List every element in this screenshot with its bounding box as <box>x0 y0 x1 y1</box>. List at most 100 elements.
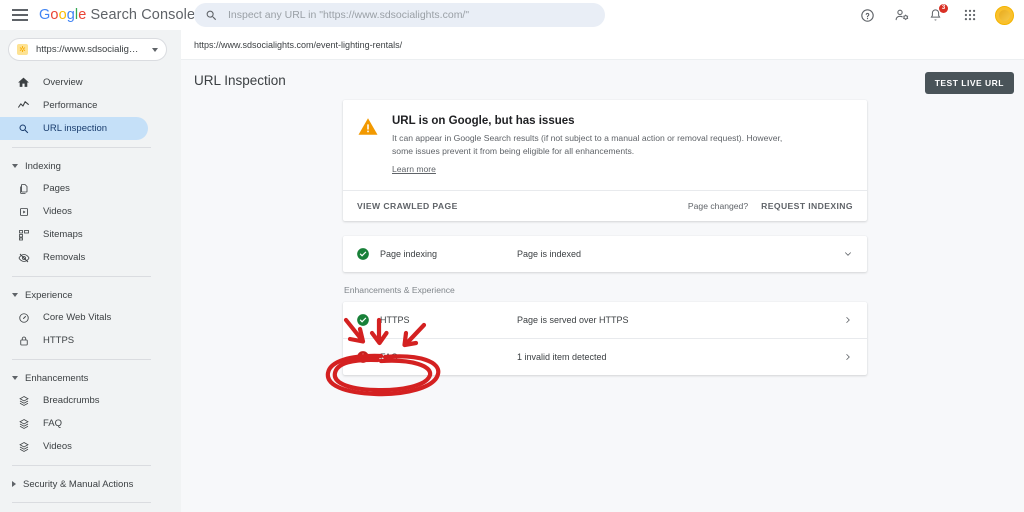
sidebar-item-label: Overview <box>43 77 83 88</box>
sidebar-item-removals[interactable]: Removals <box>0 246 148 269</box>
caret-open-icon <box>12 293 18 297</box>
sidebar-item-videos[interactable]: Videos <box>0 200 148 223</box>
sidebar-item-overview[interactable]: Overview <box>0 71 148 94</box>
sidebar-item-pages[interactable]: Pages <box>0 177 148 200</box>
sidebar-item-sitemaps[interactable]: Sitemaps <box>0 223 148 246</box>
main-content: https://www.sdsocialights.com/event-ligh… <box>181 30 1024 512</box>
sidebar: https://www.sdsocialig… Overview Perform… <box>0 30 181 512</box>
sidebar-group-security[interactable]: Security & Manual Actions <box>0 473 181 495</box>
search-bar[interactable]: Inspect any URL in "https://www.sdsocial… <box>194 3 605 27</box>
google-search-console-app: Google Search Console Inspect any URL in… <box>0 0 1024 512</box>
request-indexing-button[interactable]: REQUEST INDEXING <box>761 201 853 211</box>
view-crawled-page-button[interactable]: VIEW CRAWLED PAGE <box>357 201 458 211</box>
brand-letter-g2: g <box>66 7 75 23</box>
status-card-text: URL is on Google, but has issues It can … <box>392 115 787 177</box>
https-row-label: HTTPS <box>380 314 410 325</box>
enhancement-icon <box>16 416 31 431</box>
learn-more-link[interactable]: Learn more <box>392 164 436 174</box>
search-icon <box>206 10 217 20</box>
sidebar-group-enhancements[interactable]: Enhancements <box>0 367 181 389</box>
sidebar-divider <box>12 359 151 360</box>
page-header: URL Inspection TEST LIVE URL <box>181 60 1024 100</box>
caret-closed-icon <box>12 481 16 487</box>
faq-row-label: FAQ <box>380 351 399 362</box>
sidebar-item-label: Videos <box>43 206 72 217</box>
sidebar-item-label: Core Web Vitals <box>43 312 112 323</box>
help-icon[interactable] <box>859 7 876 24</box>
chevron-down-icon <box>152 47 158 52</box>
notifications-bell-icon[interactable]: 3 <box>927 3 948 24</box>
apps-grid-icon[interactable] <box>961 7 978 24</box>
sidebar-item-core-web-vitals[interactable]: Core Web Vitals <box>0 306 148 329</box>
sitemap-icon <box>16 227 31 242</box>
chevron-right-icon[interactable] <box>843 352 853 362</box>
faq-row[interactable]: FAQ 1 invalid item detected <box>343 339 867 375</box>
sidebar-group-label: Enhancements <box>25 372 89 384</box>
sidebar-item-url-inspection[interactable]: URL inspection <box>0 117 148 140</box>
chevron-right-icon[interactable] <box>843 315 853 325</box>
enhancement-icon <box>16 393 31 408</box>
https-row-value: Page is served over HTTPS <box>517 314 629 325</box>
enhancements-section-label: Enhancements & Experience <box>344 284 455 295</box>
status-description: It can appear in Google Search results (… <box>392 133 783 157</box>
test-live-url-button[interactable]: TEST LIVE URL <box>924 72 1014 94</box>
sidebar-item-label: Performance <box>43 100 98 111</box>
error-circle-icon <box>357 350 369 363</box>
sidebar-group-label: Experience <box>25 289 73 301</box>
video-icon <box>16 204 31 219</box>
warning-triangle-icon <box>358 118 378 135</box>
sidebar-item-https[interactable]: HTTPS <box>0 329 148 352</box>
status-card-body: URL is on Google, but has issues It can … <box>343 100 867 190</box>
page-indexing-card: Page indexing Page is indexed <box>343 235 867 272</box>
speedometer-icon <box>16 310 31 325</box>
home-icon <box>16 75 31 90</box>
page-changed-label: Page changed? <box>687 200 749 211</box>
sidebar-item-label: Pages <box>43 183 70 194</box>
status-title: URL is on Google, but has issues <box>392 115 575 127</box>
sidebar-item-label: URL inspection <box>43 123 108 134</box>
sidebar-item-breadcrumbs[interactable]: Breadcrumbs <box>0 389 148 412</box>
sidebar-item-label: Removals <box>43 252 86 263</box>
lock-icon <box>16 333 31 348</box>
brand-letter-g: G <box>39 7 51 23</box>
sidebar-group-label: Security & Manual Actions <box>23 478 134 490</box>
sidebar-group-experience[interactable]: Experience <box>0 284 181 306</box>
sidebar-item-performance[interactable]: Performance <box>0 94 148 117</box>
top-bar: Google Search Console Inspect any URL in… <box>0 0 1024 30</box>
sidebar-divider <box>12 502 151 503</box>
breadcrumb: https://www.sdsocialights.com/event-ligh… <box>194 39 403 50</box>
sidebar-item-label: Videos <box>43 441 72 452</box>
brand-suffix: Search Console <box>86 7 196 23</box>
enhancement-icon <box>16 439 31 454</box>
sidebar-item-label: FAQ <box>43 418 63 429</box>
url-status-card: URL is on Google, but has issues It can … <box>343 100 867 221</box>
page-indexing-label: Page indexing <box>380 248 438 259</box>
property-icon <box>17 44 28 55</box>
page-title: URL Inspection <box>194 72 286 88</box>
enhancements-card: HTTPS Page is served over HTTPS FAQ 1 in… <box>343 301 867 375</box>
avatar[interactable] <box>995 5 1014 25</box>
sidebar-item-faq[interactable]: FAQ <box>0 412 148 435</box>
sidebar-item-videos-enhancements[interactable]: Videos <box>0 435 148 458</box>
sidebar-group-indexing[interactable]: Indexing <box>0 155 181 177</box>
search-input[interactable]: Inspect any URL in "https://www.sdsocial… <box>228 9 469 21</box>
hamburger-icon[interactable] <box>12 9 28 21</box>
page-indexing-row[interactable]: Page indexing Page is indexed <box>343 236 867 272</box>
chevron-down-icon[interactable] <box>843 249 853 259</box>
search-icon <box>16 121 31 136</box>
page-indexing-value: Page is indexed <box>517 248 582 259</box>
status-card-actions: VIEW CRAWLED PAGE Page changed? REQUEST … <box>343 191 867 221</box>
brand-letter-o2: o <box>58 7 67 23</box>
top-bar-icons: 3 <box>859 0 1014 30</box>
caret-open-icon <box>12 376 18 380</box>
sidebar-group-label: Indexing <box>25 160 61 172</box>
notification-badge: 3 <box>939 3 948 13</box>
account-settings-icon[interactable] <box>893 7 910 24</box>
property-selector-label: https://www.sdsocialig… <box>36 44 139 55</box>
content-area: URL is on Google, but has issues It can … <box>181 100 1024 375</box>
https-row[interactable]: HTTPS Page is served over HTTPS <box>343 302 867 338</box>
property-selector[interactable]: https://www.sdsocialig… <box>8 38 167 61</box>
caret-open-icon <box>12 164 18 168</box>
brand-logo: Google Search Console <box>39 7 195 23</box>
breadcrumb-bar: https://www.sdsocialights.com/event-ligh… <box>181 30 1024 60</box>
